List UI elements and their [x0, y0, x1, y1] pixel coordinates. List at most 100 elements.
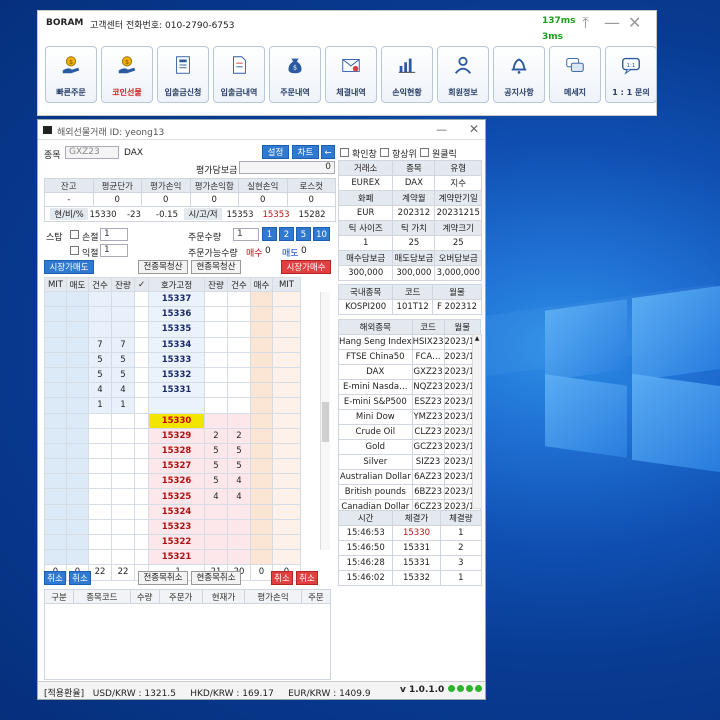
buy-cell: [250, 549, 273, 566]
symbol-name: DAX: [124, 148, 144, 158]
book-row[interactable]: 15329 2 2: [44, 427, 301, 444]
pin-top-icon[interactable]: ⤒: [582, 15, 589, 31]
minimize-button[interactable]: —: [436, 123, 447, 136]
cancel-sell-button[interactable]: 취소: [69, 571, 91, 585]
symbol-code-input[interactable]: GXZ23: [65, 146, 119, 159]
menu-button-3[interactable]: 입출금내역: [213, 46, 265, 103]
book-row[interactable]: 15321: [44, 549, 301, 566]
symbol-list-scrollbar[interactable]: ▲: [472, 334, 482, 509]
menu-button-label: 입출금신청: [164, 88, 202, 97]
sell-mit-cell: [44, 473, 67, 490]
buy-mit-cell: [272, 321, 301, 338]
menu-button-0[interactable]: $ 빠른주문: [45, 46, 97, 103]
stats-header: 로스컷: [286, 178, 336, 193]
confirm-dialog-checkbox[interactable]: [340, 148, 349, 157]
settings-button[interactable]: 설정: [262, 145, 289, 159]
buy-mit-cell: [272, 503, 301, 520]
book-row[interactable]: 5 5 15333: [44, 351, 301, 368]
buy-mit-cell: [272, 412, 301, 429]
book-row[interactable]: 11: [44, 397, 301, 414]
market-sell-button[interactable]: 시장가매도: [44, 260, 94, 274]
book-row[interactable]: 15330: [44, 412, 301, 429]
book-row[interactable]: 7 7 15334: [44, 336, 301, 353]
ask-count-cell: [88, 412, 112, 429]
menu-button-6[interactable]: 손익현황: [381, 46, 433, 103]
ask-count-cell: 5: [88, 351, 112, 368]
bid-count-cell: [227, 412, 251, 429]
menu-button-1[interactable]: $ 코인선물: [101, 46, 153, 103]
user-icon: [452, 54, 474, 87]
close-all-button[interactable]: 전종목청산: [138, 260, 188, 274]
book-row[interactable]: 15324: [44, 503, 301, 520]
book-row[interactable]: 15327 5 5: [44, 458, 301, 475]
book-row[interactable]: 15326 5 4: [44, 473, 301, 490]
cancel-all-button[interactable]: 전종목취소: [138, 571, 188, 585]
close-button[interactable]: ✕: [469, 122, 479, 136]
coin-hand-icon: $: [116, 54, 138, 87]
take-profit-input[interactable]: 1: [100, 244, 128, 257]
take-profit-checkbox[interactable]: [70, 246, 79, 255]
qty-preset-button[interactable]: 10: [313, 227, 330, 241]
order-book-scrollbar[interactable]: [320, 292, 330, 550]
buy-cell: [250, 366, 273, 384]
cancel-current-button[interactable]: 현종목취소: [191, 571, 241, 585]
close-icon[interactable]: ✕: [628, 15, 641, 31]
order-qty-input[interactable]: 1: [233, 228, 259, 241]
menu-button-7[interactable]: 회원정보: [437, 46, 489, 103]
chart-button[interactable]: 차트: [292, 145, 319, 159]
check-cell: [134, 458, 149, 475]
close-current-button[interactable]: 현종목청산: [191, 260, 241, 274]
sell-cell: [66, 442, 89, 460]
price-cell: 15333: [148, 351, 205, 368]
market-buy-button[interactable]: 시장가매수: [281, 260, 331, 274]
minimize-button[interactable]: —: [604, 15, 620, 31]
scroll-thumb[interactable]: [322, 402, 329, 442]
menu-button-5[interactable]: 체결내역: [325, 46, 377, 103]
book-row[interactable]: 15328 5 5: [44, 442, 301, 460]
sell-mit-cell: [44, 290, 67, 308]
menu-button-4[interactable]: $ 주문내역: [269, 46, 321, 103]
check-cell: [134, 473, 149, 490]
book-row[interactable]: 15336: [44, 306, 301, 323]
stop-loss-checkbox[interactable]: [70, 230, 79, 239]
quote-row: 현/비/% 15330 -23 -0.15 시/고/저 15353 15353 15282: [44, 206, 336, 222]
qty-preset-button[interactable]: 1: [262, 227, 277, 241]
one-click-checkbox[interactable]: [420, 148, 429, 157]
book-row[interactable]: 4 4 15331: [44, 382, 301, 399]
book-row[interactable]: 15325 4 4: [44, 488, 301, 505]
cancel-sell-mit-button[interactable]: 취소: [44, 571, 66, 585]
book-row[interactable]: 5 5 15332: [44, 366, 301, 384]
window-title: 해외선물거래 ID: yeong13: [57, 125, 164, 138]
sell-cell: [66, 306, 89, 323]
menu-button-2[interactable]: 입출금신청: [157, 46, 209, 103]
book-row[interactable]: 15322: [44, 533, 301, 551]
bid-qty-cell: [204, 382, 228, 399]
qty-preset-button[interactable]: 2: [279, 227, 294, 241]
menu-button-8[interactable]: 공지사항: [493, 46, 545, 103]
table-cell: 계약만기일: [434, 190, 482, 206]
cancel-buy-button[interactable]: 취소: [271, 571, 293, 585]
book-row[interactable]: 15337: [44, 290, 301, 308]
sell-cell: [66, 473, 89, 490]
table-cell: 월물: [443, 319, 481, 335]
table-row: DAX GXZ23 2023/12: [338, 364, 481, 380]
scroll-up-icon[interactable]: ▲: [473, 335, 481, 342]
sell-mit-cell: [44, 442, 67, 460]
book-row[interactable]: 15335: [44, 321, 301, 338]
back-arrow-button[interactable]: ←: [321, 145, 335, 159]
table-row: Hang Seng Index HSIX23 2023/11: [338, 334, 481, 350]
latency-readout-1: 137ms: [542, 16, 576, 26]
ask-qty-cell: [111, 473, 135, 490]
always-on-top-checkbox[interactable]: [380, 148, 389, 157]
book-row[interactable]: 15323: [44, 518, 301, 536]
cancel-buy-mit-button[interactable]: 취소: [296, 571, 318, 585]
ask-count-cell: [88, 442, 112, 460]
menu-button-10[interactable]: 1:1 1 : 1 문의: [605, 46, 657, 103]
menu-button-9[interactable]: 메세지: [549, 46, 601, 103]
buy-cell: [250, 503, 273, 520]
stop-loss-input[interactable]: 1: [100, 228, 128, 241]
qty-preset-button[interactable]: 5: [296, 227, 311, 241]
bid-count-cell: [227, 533, 251, 551]
check-cell: [134, 533, 149, 551]
latency-readout-2: 3ms: [542, 32, 563, 42]
